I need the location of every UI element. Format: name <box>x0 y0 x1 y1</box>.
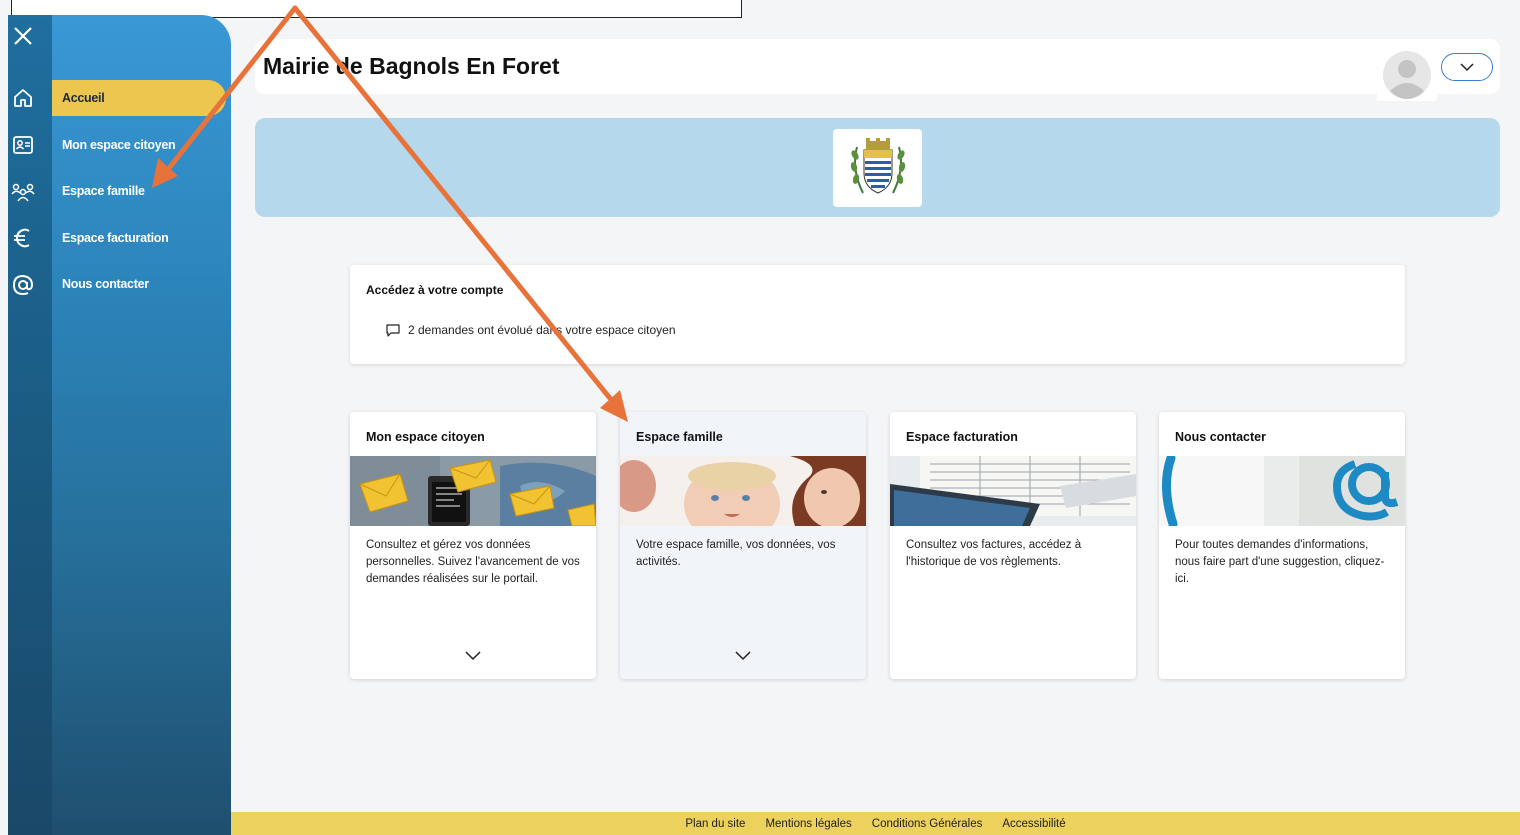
sidebar-item-mon-espace-citoyen[interactable]: Mon espace citoyen <box>52 127 227 163</box>
envelopes-image <box>350 456 596 526</box>
family-icon[interactable] <box>8 177 38 207</box>
invoices-image <box>890 456 1136 526</box>
footer-link-conditions-generales[interactable]: Conditions Générales <box>872 818 983 830</box>
banner <box>255 118 1500 217</box>
account-title: Accédez à votre compte <box>366 283 504 297</box>
card-title: Espace famille <box>636 430 723 444</box>
footer: Plan du site Mentions légales Conditions… <box>231 812 1520 835</box>
card-description: Pour toutes demandes d'informations, nou… <box>1175 539 1385 585</box>
notification-text: 2 demandes ont évolué dans votre espace … <box>408 323 676 337</box>
page-header: Mairie de Bagnols En Foret <box>255 39 1500 101</box>
town-crest-logo <box>833 129 922 207</box>
family-image <box>620 456 866 526</box>
message-icon <box>386 323 400 337</box>
chevron-down-icon <box>1460 62 1474 71</box>
home-icon[interactable] <box>8 83 38 113</box>
card-espace-famille[interactable]: Espace famille Votre espace famille, vos… <box>620 412 866 679</box>
notification-link[interactable]: 2 demandes ont évolué dans votre espace … <box>386 323 676 337</box>
euro-icon[interactable] <box>8 223 38 253</box>
card-title: Nous contacter <box>1175 430 1266 444</box>
card-nous-contacter[interactable]: Nous contacter Pour toutes demandes d'in… <box>1159 412 1405 679</box>
card-description: Consultez vos factures, accédez à l'hist… <box>906 539 1082 568</box>
footer-link-plan-du-site[interactable]: Plan du site <box>685 818 745 830</box>
chevron-down-icon[interactable] <box>734 650 752 662</box>
card-mon-espace-citoyen[interactable]: Mon espace citoyen Consultez et gérez vo… <box>350 412 596 679</box>
sidebar-item-espace-facturation[interactable]: Espace facturation <box>52 220 227 256</box>
page-title: Mairie de Bagnols En Foret <box>263 53 560 79</box>
card-description: Votre espace famille, vos données, vos a… <box>636 539 836 568</box>
avatar[interactable] <box>1377 49 1437 101</box>
footer-link-mentions-legales[interactable]: Mentions légales <box>765 818 851 830</box>
icon-rail <box>8 15 52 835</box>
id-card-icon[interactable] <box>8 130 38 160</box>
chevron-down-icon[interactable] <box>464 650 482 662</box>
sidebar: Accueil Mon espace citoyen Espace famill… <box>52 15 231 835</box>
contact-image <box>1159 456 1405 526</box>
user-menu-button[interactable] <box>1441 53 1493 81</box>
card-title: Espace facturation <box>906 430 1018 444</box>
sidebar-item-espace-famille[interactable]: Espace famille <box>52 173 227 209</box>
close-icon[interactable] <box>8 21 38 51</box>
sidebar-item-accueil[interactable]: Accueil <box>52 80 226 116</box>
card-title: Mon espace citoyen <box>366 430 485 444</box>
account-panel: Accédez à votre compte 2 demandes ont év… <box>350 265 1405 364</box>
footer-link-accessibilite[interactable]: Accessibilité <box>1002 818 1065 830</box>
at-icon[interactable] <box>8 270 38 300</box>
sidebar-item-nous-contacter[interactable]: Nous contacter <box>52 266 227 302</box>
card-espace-facturation[interactable]: Espace facturation Consultez vos facture… <box>890 412 1136 679</box>
card-description: Consultez et gérez vos données personnel… <box>366 539 580 585</box>
